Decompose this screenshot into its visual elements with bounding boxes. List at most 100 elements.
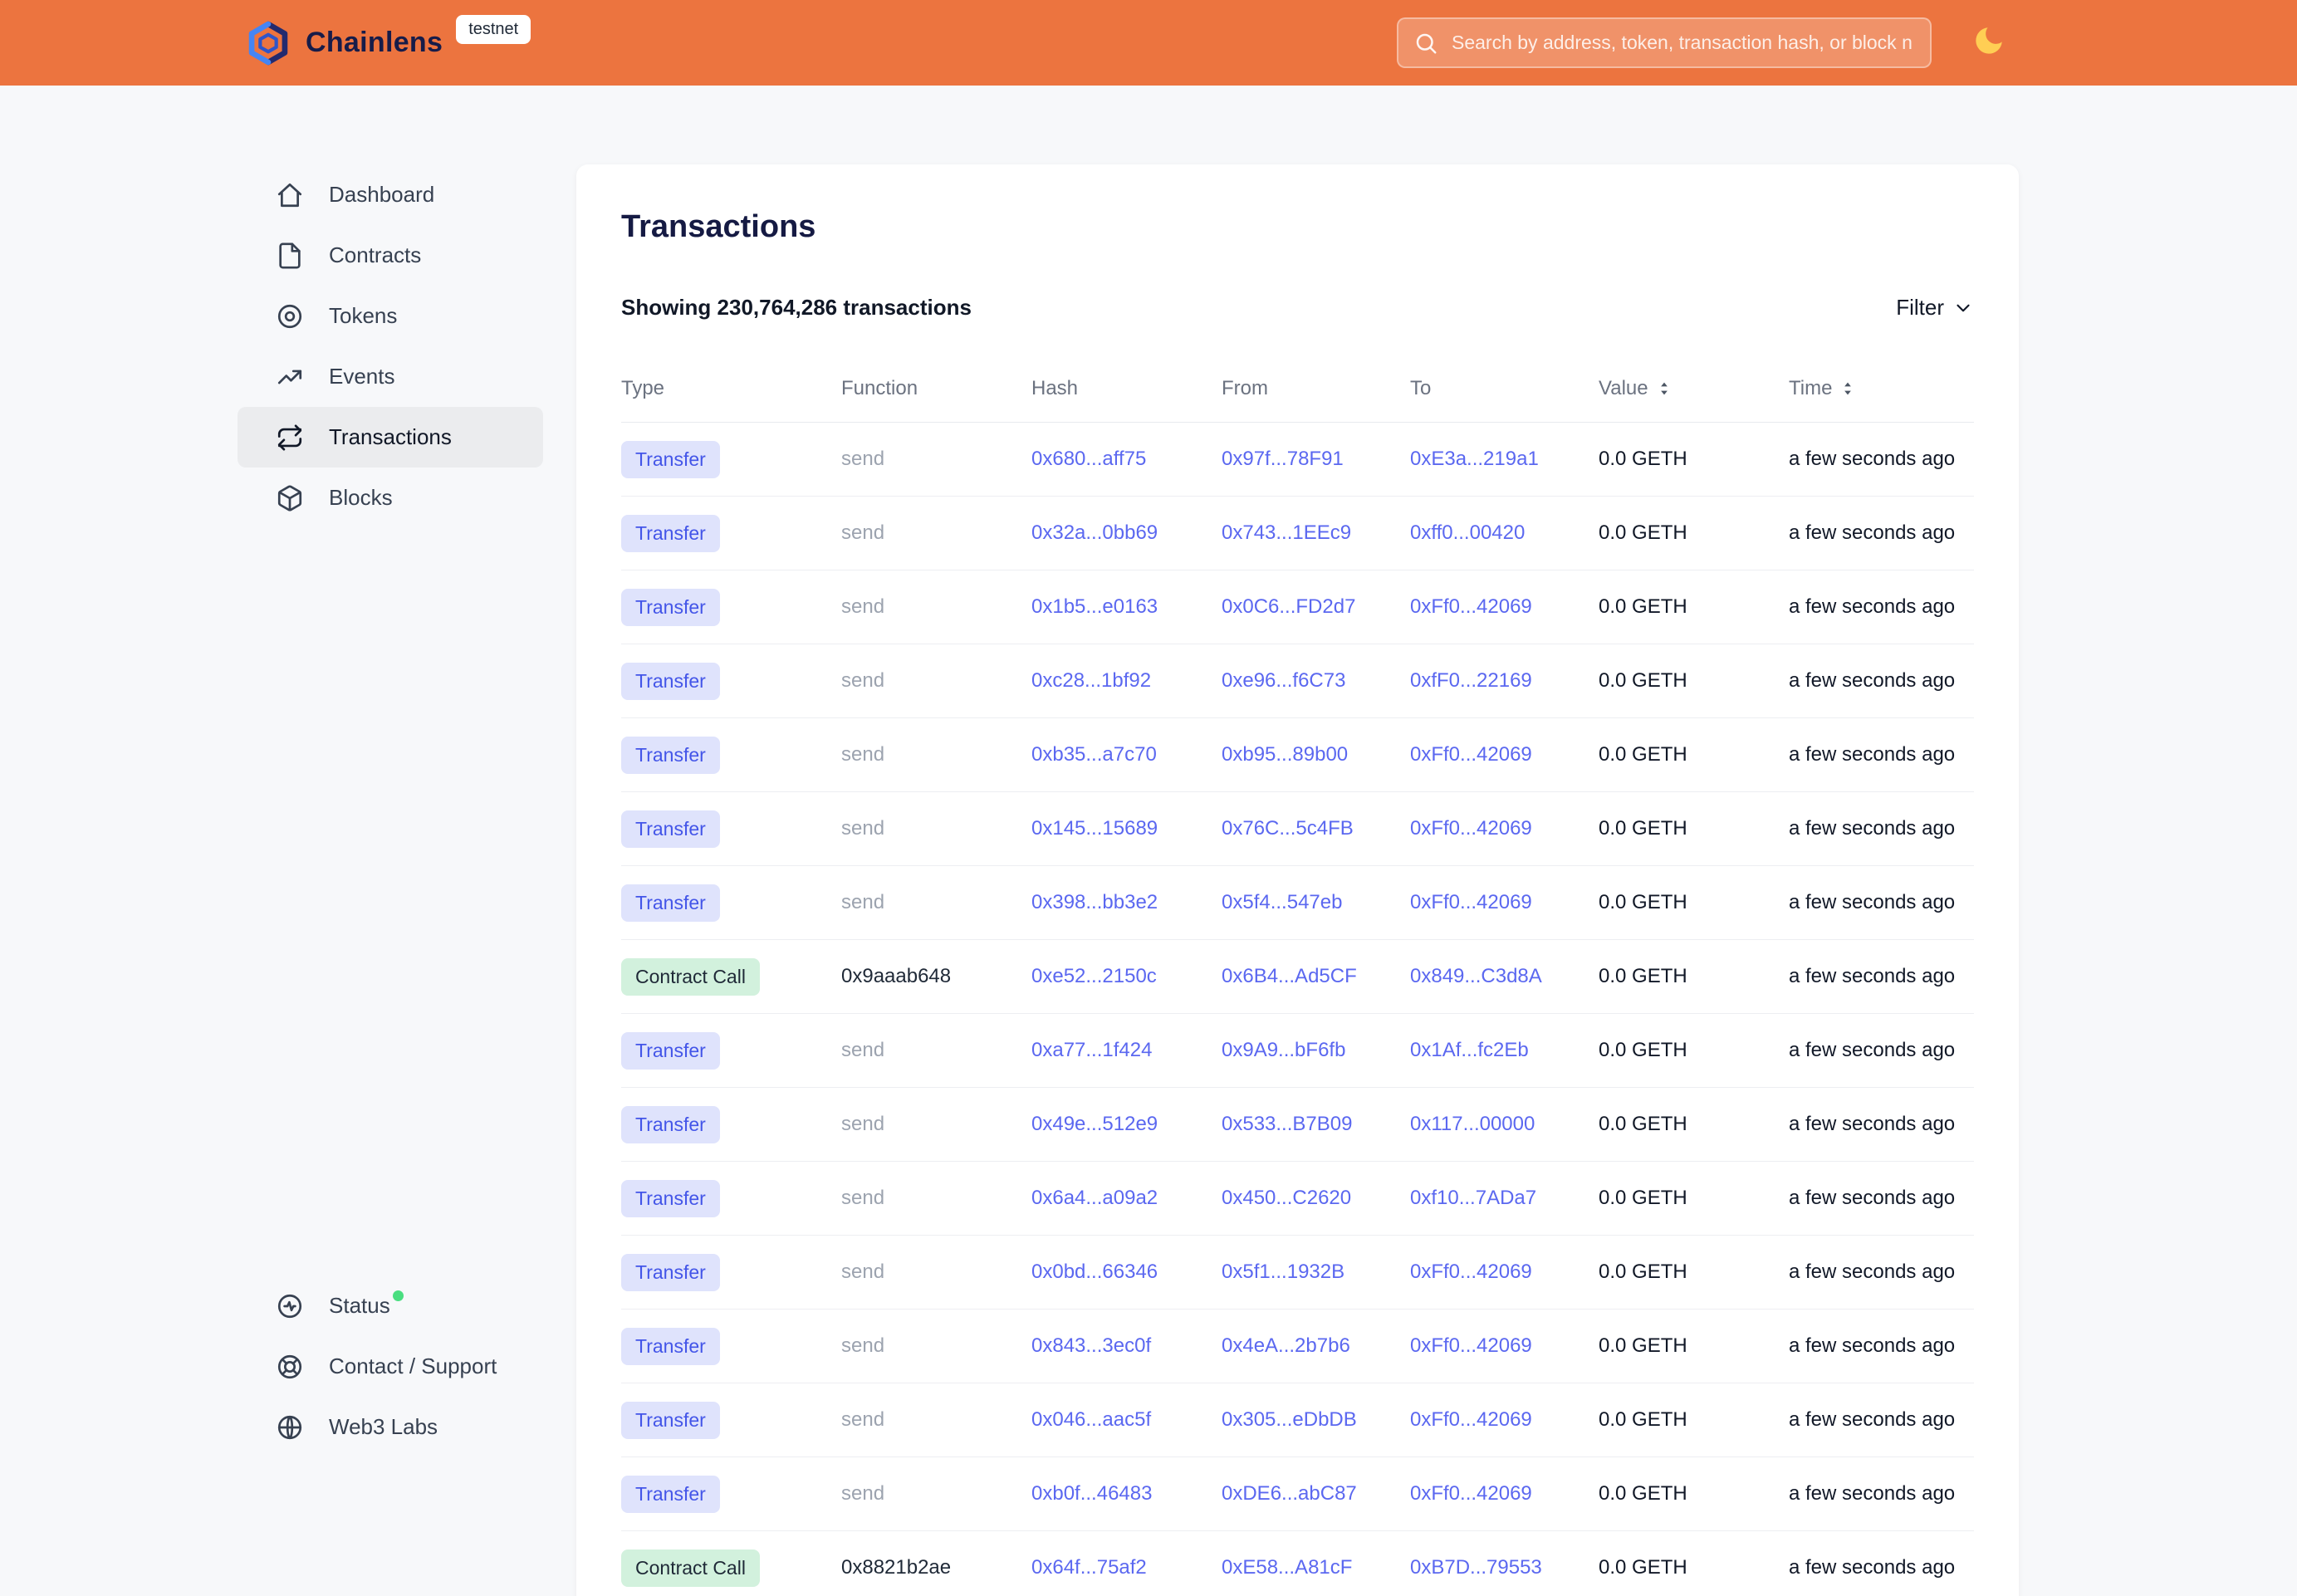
tx-function: send xyxy=(841,1039,1031,1062)
tx-hash-link[interactable]: 0xa77...1f424 xyxy=(1031,1039,1152,1061)
tx-hash-link[interactable]: 0x843...3ec0f xyxy=(1031,1334,1151,1357)
transaction-row: Transfer send 0x49e...512e9 0x533...B7B0… xyxy=(621,1088,1974,1162)
globe-icon xyxy=(276,1413,304,1442)
tx-hash-link[interactable]: 0x0bd...66346 xyxy=(1031,1261,1158,1283)
tx-to-link[interactable]: 0xfF0...22169 xyxy=(1410,669,1532,692)
tx-to-link[interactable]: 0xFf0...42069 xyxy=(1410,891,1532,913)
tx-from-link[interactable]: 0x5f1...1932B xyxy=(1222,1261,1344,1283)
sidebar-item-contact-support[interactable]: Contact / Support xyxy=(238,1336,543,1397)
tx-to-link[interactable]: 0xFf0...42069 xyxy=(1410,817,1532,840)
tx-from-link[interactable]: 0xe96...f6C73 xyxy=(1222,669,1345,692)
tx-to-link[interactable]: 0xFf0...42069 xyxy=(1410,743,1532,766)
token-icon xyxy=(276,302,304,330)
tx-to-link[interactable]: 0xFf0...42069 xyxy=(1410,1408,1532,1431)
sidebar-item-transactions[interactable]: Transactions xyxy=(238,407,543,468)
transaction-row: Transfer send 0x843...3ec0f 0x4eA...2b7b… xyxy=(621,1310,1974,1383)
tx-hash-link[interactable]: 0x398...bb3e2 xyxy=(1031,891,1158,913)
tx-hash-link[interactable]: 0x32a...0bb69 xyxy=(1031,521,1158,544)
chainlens-logo-icon[interactable] xyxy=(244,19,292,67)
tx-from-link[interactable]: 0x4eA...2b7b6 xyxy=(1222,1334,1350,1357)
sidebar-item-dashboard[interactable]: Dashboard xyxy=(238,164,543,225)
tx-from-link[interactable]: 0x97f...78F91 xyxy=(1222,448,1344,470)
tx-hash-link[interactable]: 0x046...aac5f xyxy=(1031,1408,1151,1431)
tx-from-link[interactable]: 0x305...eDbDB xyxy=(1222,1408,1357,1431)
tx-to-link[interactable]: 0xFf0...42069 xyxy=(1410,595,1532,618)
top-header: Chainlens testnet xyxy=(0,0,2297,86)
tx-from-link[interactable]: 0x450...C2620 xyxy=(1222,1187,1351,1209)
tx-to-link[interactable]: 0x1Af...fc2Eb xyxy=(1410,1039,1529,1061)
brand-name[interactable]: Chainlens xyxy=(306,27,443,59)
search-bar[interactable] xyxy=(1397,17,1932,68)
sidebar-item-tokens[interactable]: Tokens xyxy=(238,286,543,346)
tx-time: a few seconds ago xyxy=(1789,1039,1974,1062)
tx-to-link[interactable]: 0xFf0...42069 xyxy=(1410,1334,1532,1357)
tx-hash-link[interactable]: 0x680...aff75 xyxy=(1031,448,1146,470)
column-header-type: Type xyxy=(621,377,841,400)
filter-button[interactable]: Filter xyxy=(1896,295,1974,321)
tx-value: 0.0 GETH xyxy=(1599,743,1789,766)
tx-from-link[interactable]: 0x76C...5c4FB xyxy=(1222,817,1354,840)
tx-type-badge: Transfer xyxy=(621,1032,720,1070)
tx-from-link[interactable]: 0x9A9...bF6fb xyxy=(1222,1039,1345,1061)
home-icon xyxy=(276,181,304,209)
tx-to-link[interactable]: 0xB7D...79553 xyxy=(1410,1556,1542,1579)
tx-from-link[interactable]: 0xE58...A81cF xyxy=(1222,1556,1352,1579)
search-icon xyxy=(1413,31,1438,56)
tx-hash-link[interactable]: 0xb35...a7c70 xyxy=(1031,743,1157,766)
tx-value: 0.0 GETH xyxy=(1599,1187,1789,1210)
tx-to-link[interactable]: 0xFf0...42069 xyxy=(1410,1482,1532,1505)
sidebar-item-contracts[interactable]: Contracts xyxy=(238,225,543,286)
column-header-time-label: Time xyxy=(1789,377,1832,400)
tx-from-link[interactable]: 0xb95...89b00 xyxy=(1222,743,1348,766)
tx-time: a few seconds ago xyxy=(1789,1261,1974,1284)
tx-time: a few seconds ago xyxy=(1789,817,1974,840)
tx-function: 0x9aaab648 xyxy=(841,965,1031,988)
tx-to-link[interactable]: 0xE3a...219a1 xyxy=(1410,448,1539,470)
events-icon xyxy=(276,363,304,391)
tx-from-link[interactable]: 0x743...1EEc9 xyxy=(1222,521,1351,544)
tx-hash-link[interactable]: 0x1b5...e0163 xyxy=(1031,595,1158,618)
sidebar-item-events[interactable]: Events xyxy=(238,346,543,407)
tx-time: a few seconds ago xyxy=(1789,891,1974,914)
dark-mode-toggle[interactable] xyxy=(1971,23,2006,58)
network-badge: testnet xyxy=(456,15,531,44)
transactions-icon xyxy=(276,423,304,452)
tx-to-link[interactable]: 0xff0...00420 xyxy=(1410,521,1525,544)
tx-hash-link[interactable]: 0x64f...75af2 xyxy=(1031,1556,1147,1579)
tx-value: 0.0 GETH xyxy=(1599,1482,1789,1505)
tx-to-link[interactable]: 0x117...00000 xyxy=(1410,1113,1535,1135)
transaction-row: Contract Call 0x8821b2ae 0x64f...75af2 0… xyxy=(621,1531,1974,1596)
transaction-row: Transfer send 0xb0f...46483 0xDE6...abC8… xyxy=(621,1457,1974,1531)
tx-hash-link[interactable]: 0x6a4...a09a2 xyxy=(1031,1187,1158,1209)
tx-value: 0.0 GETH xyxy=(1599,448,1789,471)
tx-function: send xyxy=(841,817,1031,840)
tx-from-link[interactable]: 0x533...B7B09 xyxy=(1222,1113,1352,1135)
transaction-row: Transfer send 0xa77...1f424 0x9A9...bF6f… xyxy=(621,1014,1974,1088)
tx-hash-link[interactable]: 0x145...15689 xyxy=(1031,817,1158,840)
tx-time: a few seconds ago xyxy=(1789,1408,1974,1432)
sidebar-item-label: Status xyxy=(329,1293,404,1319)
tx-hash-link[interactable]: 0xe52...2150c xyxy=(1031,965,1157,987)
sidebar-item-blocks[interactable]: Blocks xyxy=(238,468,543,528)
tx-from-link[interactable]: 0xDE6...abC87 xyxy=(1222,1482,1357,1505)
tx-hash-link[interactable]: 0xb0f...46483 xyxy=(1031,1482,1152,1505)
tx-type-badge: Transfer xyxy=(621,1180,720,1217)
tx-from-link[interactable]: 0x6B4...Ad5CF xyxy=(1222,965,1357,987)
tx-hash-link[interactable]: 0xc28...1bf92 xyxy=(1031,669,1151,692)
tx-to-link[interactable]: 0xf10...7ADa7 xyxy=(1410,1187,1536,1209)
tx-from-link[interactable]: 0x0C6...FD2d7 xyxy=(1222,595,1355,618)
tx-value: 0.0 GETH xyxy=(1599,817,1789,840)
tx-to-link[interactable]: 0xFf0...42069 xyxy=(1410,1261,1532,1283)
tx-hash-link[interactable]: 0x49e...512e9 xyxy=(1031,1113,1158,1135)
tx-to-link[interactable]: 0x849...C3d8A xyxy=(1410,965,1542,987)
column-header-time[interactable]: Time xyxy=(1789,377,1974,400)
tx-type-badge: Contract Call xyxy=(621,1549,760,1587)
transactions-table-body: Transfer send 0x680...aff75 0x97f...78F9… xyxy=(621,423,1974,1596)
sidebar-item-web3-labs[interactable]: Web3 Labs xyxy=(238,1397,543,1457)
search-input[interactable] xyxy=(1450,31,1915,55)
tx-value: 0.0 GETH xyxy=(1599,1408,1789,1432)
sidebar-item-status[interactable]: Status xyxy=(238,1275,543,1336)
tx-from-link[interactable]: 0x5f4...547eb xyxy=(1222,891,1342,913)
tx-type-badge: Transfer xyxy=(621,663,720,700)
column-header-value[interactable]: Value xyxy=(1599,377,1789,400)
